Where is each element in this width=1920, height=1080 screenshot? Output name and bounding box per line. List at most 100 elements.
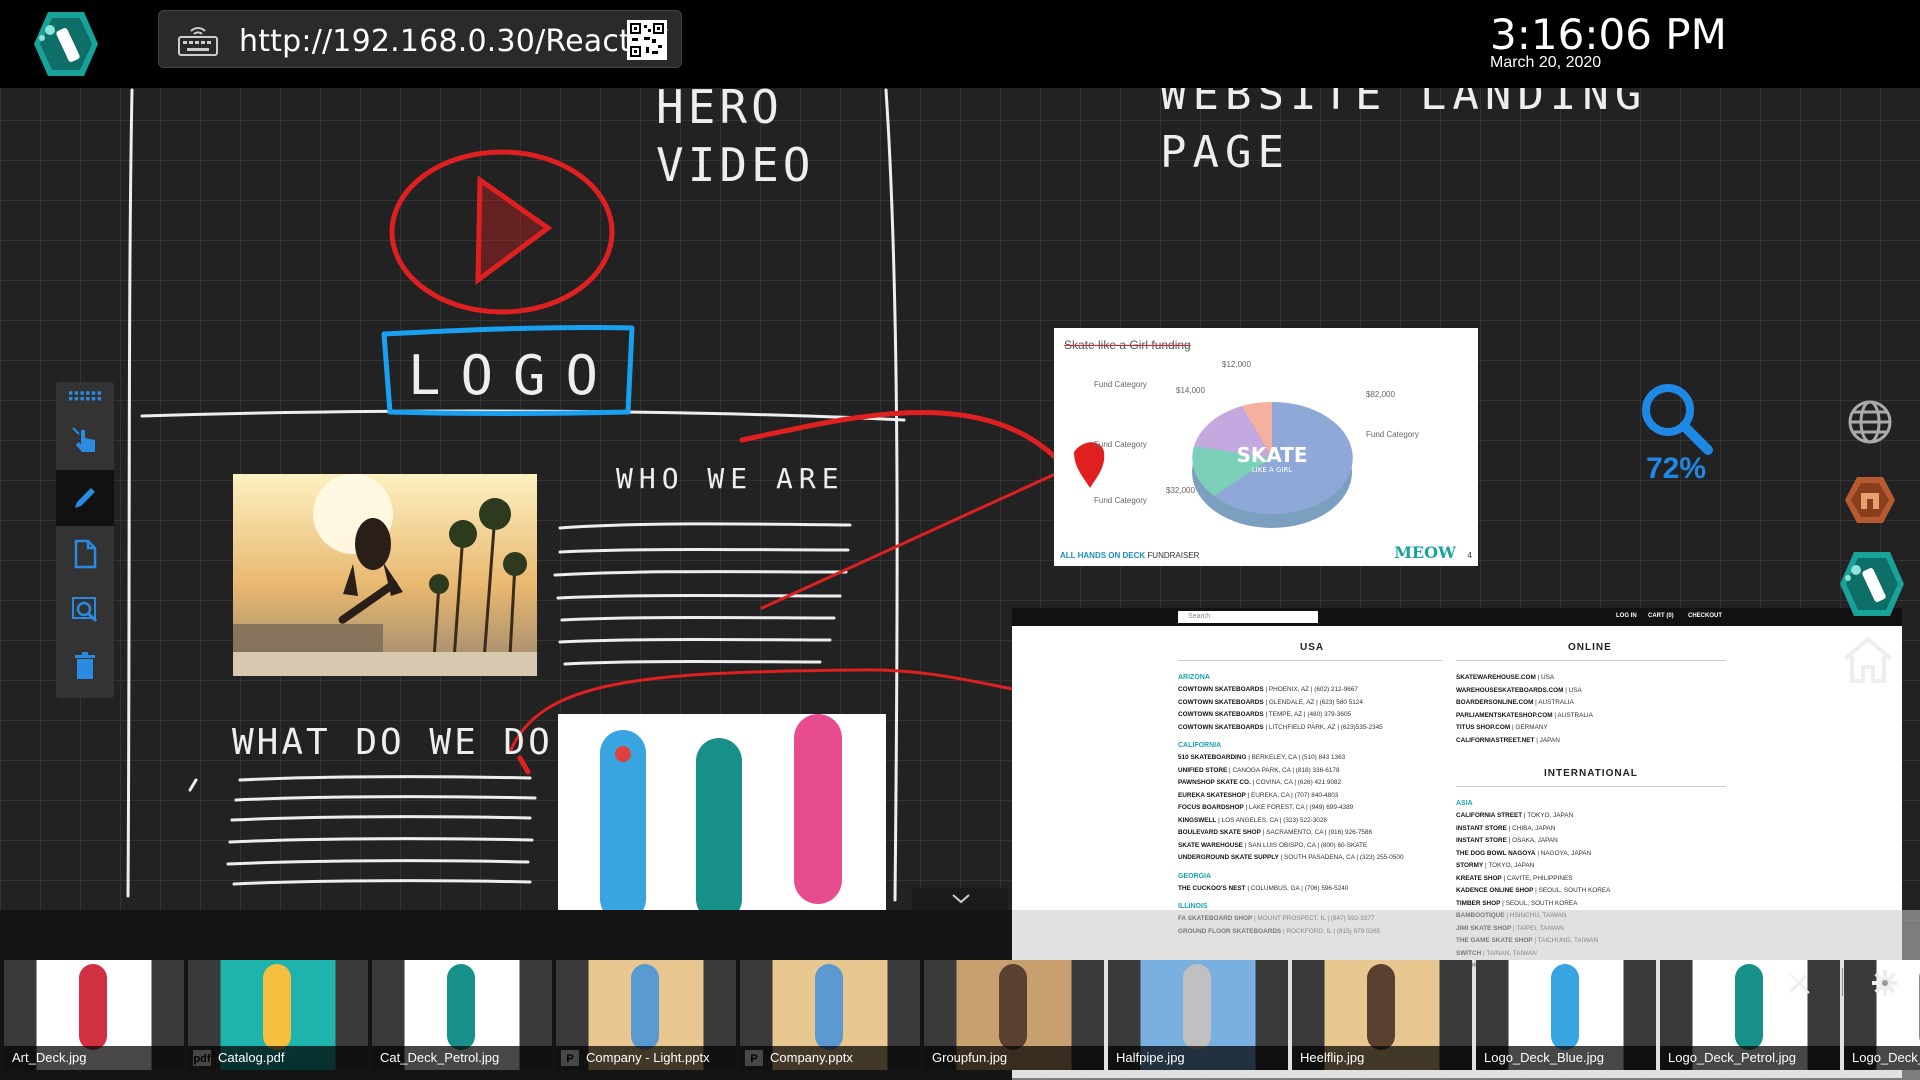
file-thumbnail[interactable]: Groupfun.jpg bbox=[924, 960, 1104, 1070]
store-name: COWTOWN SKATEBOARDS bbox=[1178, 686, 1264, 693]
pie-category-label: Fund Category bbox=[1094, 440, 1147, 449]
file-thumbnail[interactable]: Logo_Deck_Blue.jpg bbox=[1476, 960, 1656, 1070]
file-thumbnail[interactable]: PCompany - Light.pptx bbox=[556, 960, 736, 1070]
store-row: COWTOWN SKATEBOARDS | GLENDALE, AZ | (62… bbox=[1178, 699, 1363, 706]
section-arizona: ARIZONA bbox=[1178, 674, 1210, 681]
file-thumbnail[interactable]: Cat_Deck_Petrol.jpg bbox=[372, 960, 552, 1070]
qr-code-icon[interactable] bbox=[627, 20, 667, 60]
pie-category-label: Fund Category bbox=[1094, 380, 1147, 389]
store-row: UNDERGROUND SKATE SUPPLY | SOUTH PASADEN… bbox=[1178, 854, 1404, 861]
store-row: INSTANT STORE | OSAKA, JAPAN bbox=[1456, 837, 1558, 844]
document-icon bbox=[74, 539, 97, 569]
store-location: | EUREKA, CA | (707) 840-4803 bbox=[1245, 791, 1339, 799]
app-logo-icon[interactable] bbox=[28, 8, 100, 80]
gear-icon bbox=[1872, 970, 1898, 996]
grip-icon bbox=[69, 391, 101, 401]
store-name: KREATE SHOP bbox=[1456, 874, 1502, 882]
toolbar-grip[interactable] bbox=[56, 382, 114, 412]
strip-collapse-tab[interactable] bbox=[912, 888, 1008, 912]
url-bar[interactable]: http://192.168.0.30/Reactiv/ bbox=[158, 10, 682, 68]
store-name: 510 SKATEBOARDING bbox=[1178, 754, 1247, 761]
settings-button[interactable] bbox=[1872, 970, 1898, 1001]
store-location: | TOKYO, JAPAN bbox=[1522, 812, 1574, 819]
funding-chart-card[interactable]: Skate like a Girl funding SKATE LIKE A G… bbox=[1054, 328, 1478, 566]
store-location: | SEOUL, SOUTH KOREA bbox=[1500, 899, 1578, 907]
thumbnail-filename: Logo_Deck_P bbox=[1844, 1046, 1920, 1070]
touch-select-icon bbox=[72, 427, 95, 452]
pie-center-sublabel: LIKE A GIRL bbox=[1252, 466, 1293, 474]
store-row: STORMY | TOKYO, JAPAN bbox=[1456, 862, 1534, 869]
store-location: | BERKELEY, CA | (510) 843 1363 bbox=[1246, 754, 1346, 761]
store-location: | SACRAMENTO, CA | (916) 926-7586 bbox=[1260, 829, 1373, 836]
chart-footer-fundraiser: FUNDRAISER bbox=[1147, 551, 1200, 560]
zoom-magnifier-icon[interactable] bbox=[1638, 380, 1714, 456]
thumbnail-filename: Logo_Deck_Blue.jpg bbox=[1476, 1046, 1656, 1070]
file-thumbnail[interactable]: Halfpipe.jpg bbox=[1108, 960, 1288, 1070]
trash-tool-button[interactable] bbox=[56, 638, 114, 694]
online-heading: ONLINE bbox=[1568, 642, 1612, 653]
app-launcher-button[interactable] bbox=[1832, 546, 1908, 622]
store-row: UNIFIED STORE | CANOGA PARK, CA | (818) … bbox=[1178, 767, 1340, 774]
chart-brand-logo: MEOW bbox=[1394, 543, 1456, 562]
pen-tool-button[interactable] bbox=[56, 470, 114, 526]
file-thumbnail[interactable]: Logo_Deck_Petrol.jpg bbox=[1660, 960, 1840, 1070]
browser-app-icon bbox=[1845, 477, 1895, 523]
store-name: SKATE WAREHOUSE bbox=[1178, 841, 1243, 849]
url-text[interactable]: http://192.168.0.30/Reactiv/ bbox=[239, 24, 668, 59]
section-heading: GEORGIA bbox=[1178, 872, 1212, 880]
store-location: | LOS ANGELES, CA | (323) 522-3028 bbox=[1216, 816, 1327, 824]
store-location: | USA bbox=[1535, 674, 1555, 681]
webpage-nav-cart[interactable]: CART (0) bbox=[1648, 613, 1674, 619]
thumbnail-filename: Company - Light.pptx bbox=[556, 1046, 736, 1070]
store-name: STORMY bbox=[1456, 862, 1484, 869]
store-location: | OSAKA, JAPAN bbox=[1506, 837, 1558, 844]
store-name: KADENCE ONLINE SHOP bbox=[1456, 887, 1534, 894]
usa-heading: USA bbox=[1300, 642, 1325, 653]
select-tool-button[interactable] bbox=[56, 412, 114, 468]
store-name: INSTANT STORE bbox=[1456, 837, 1507, 844]
pie-category-label: Fund Category bbox=[1366, 430, 1419, 439]
file-thumbnail[interactable]: pdfCatalog.pdf bbox=[188, 960, 368, 1070]
file-thumbnail[interactable]: PCompany.pptx bbox=[740, 960, 920, 1070]
browser-app-button[interactable] bbox=[1840, 470, 1900, 530]
store-location: | SOUTH PASADENA, CA | (323) 255-0500 bbox=[1278, 854, 1404, 861]
file-thumbnail[interactable]: Art_Deck.jpg bbox=[4, 960, 184, 1070]
store-name: CALIFORNIA STREET bbox=[1456, 812, 1523, 819]
webpage-nav-checkout[interactable]: CHECKOUT bbox=[1688, 613, 1722, 619]
store-location: | TOKYO, JAPAN bbox=[1483, 862, 1535, 869]
webpage-nav-login[interactable]: LOG IN bbox=[1616, 613, 1637, 619]
clock-time: 3:16:06 PM bbox=[1490, 10, 1727, 59]
top-bar: http://192.168.0.30/Reactiv/ 3:16:06 PM … bbox=[0, 0, 1920, 88]
document-tool-button[interactable] bbox=[56, 526, 114, 582]
pen-icon bbox=[75, 488, 95, 508]
browser-button[interactable] bbox=[1840, 392, 1900, 452]
keyboard-icon[interactable] bbox=[177, 25, 219, 57]
store-row: THE DOG BOWL NAGOYA | NAGOYA, JAPAN bbox=[1456, 850, 1591, 857]
store-row: CALIFORNIASTREET.NET | JAPAN bbox=[1456, 737, 1560, 744]
thumbnail-filename: Logo_Deck_Petrol.jpg bbox=[1660, 1046, 1840, 1070]
store-name: COWTOWN SKATEBOARDS bbox=[1178, 711, 1264, 718]
zoom-inspect-tool-button[interactable] bbox=[56, 582, 114, 638]
thumbnail-filename: Halfpipe.jpg bbox=[1108, 1046, 1288, 1070]
international-heading: INTERNATIONAL bbox=[1544, 768, 1638, 779]
store-location: | CAVITE, PHILIPPINES bbox=[1501, 874, 1573, 882]
whiteboard-canvas[interactable]: HERO VIDEO WEBSITE LANDING PAGE LOGO WHO… bbox=[0, 0, 1920, 1080]
home-icon bbox=[1843, 636, 1893, 683]
store-location: | CHIBA, JAPAN bbox=[1506, 824, 1556, 832]
store-location: | GLENDALE, AZ | (623) 580 5124 bbox=[1263, 698, 1363, 706]
home-button[interactable] bbox=[1838, 630, 1898, 690]
store-location: | PHOENIX, AZ | (602) 212-9667 bbox=[1263, 686, 1358, 693]
webpage-search-input[interactable]: Search bbox=[1178, 611, 1318, 623]
store-row: KINGSWELL | LOS ANGELES, CA | (323) 522-… bbox=[1178, 817, 1327, 824]
left-toolbar bbox=[56, 382, 114, 698]
globe-icon bbox=[1848, 400, 1892, 444]
store-location: | SAN LUIS OBISPO, CA | (800) 60-SKATE bbox=[1242, 841, 1368, 849]
file-thumbnail[interactable]: Heelflip.jpg bbox=[1292, 960, 1472, 1070]
sketch-who-we-are: WHO WE ARE bbox=[616, 462, 845, 495]
skate-decks-card[interactable]: MEOW MEOW bbox=[558, 714, 886, 922]
section-asia: ASIA bbox=[1456, 800, 1473, 807]
skater-photo-card[interactable] bbox=[233, 474, 537, 676]
sketch-what-do-we-do: WHAT DO WE DO bbox=[232, 722, 553, 763]
magic-off-button[interactable] bbox=[1786, 970, 1812, 1001]
thumbnail-filename: Groupfun.jpg bbox=[924, 1046, 1104, 1070]
